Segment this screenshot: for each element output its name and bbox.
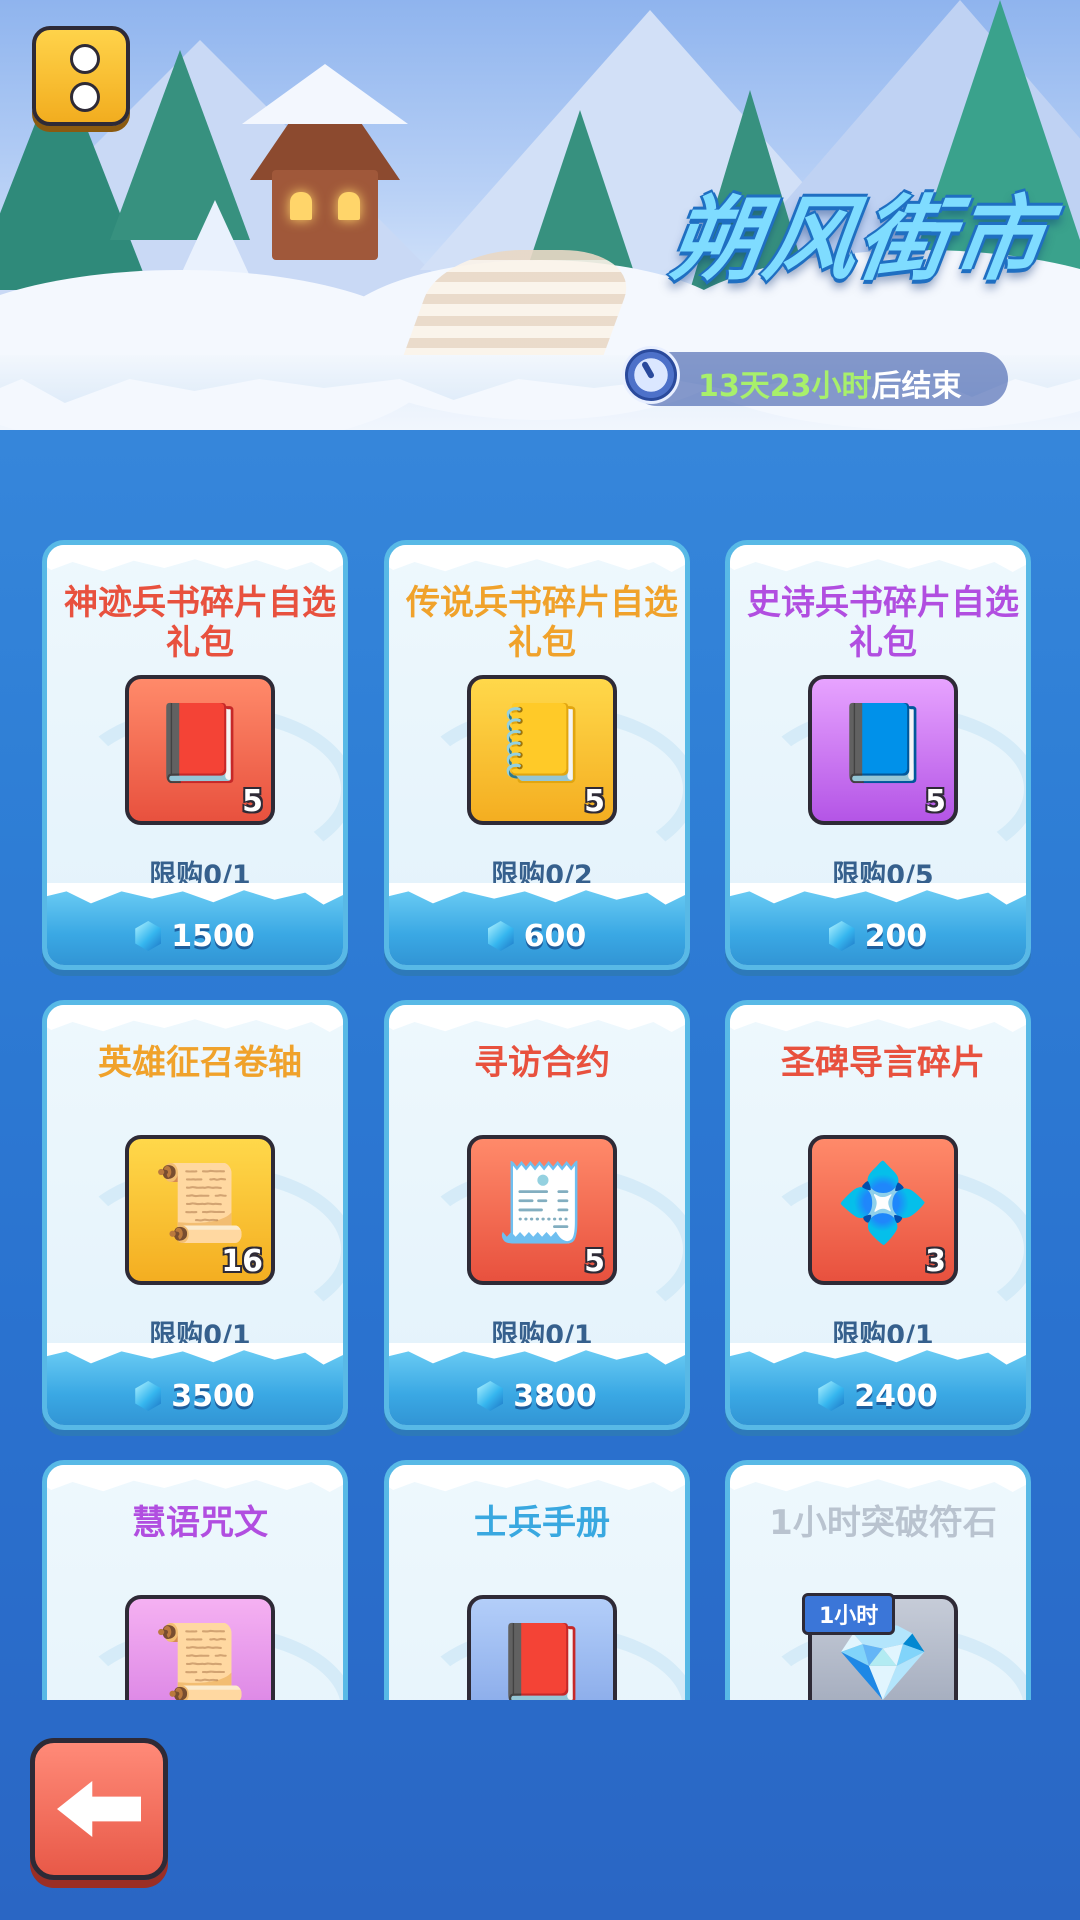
item-image: 📕 (494, 1618, 590, 1700)
gem-icon (135, 921, 162, 951)
back-button[interactable] (30, 1738, 168, 1880)
manual-book-icon[interactable]: 📕 (467, 1595, 617, 1700)
timer-suffix: 后结束 (871, 369, 962, 404)
item-grid[interactable]: 神迹兵书碎片自选礼包 📕 5 限购0/1 1500 传说兵书碎片自选礼包 📒 5 限购0/2 60… (0, 540, 1080, 1700)
menu-dot-icon (70, 82, 100, 112)
shop-item-card[interactable]: 1小时突破符石 1小时 💎 (725, 1460, 1031, 1700)
buy-button[interactable]: 3800 (389, 1345, 685, 1425)
card-frame: 传说兵书碎片自选礼包 📒 5 限购0/2 600 (384, 540, 690, 970)
item-image: 🧾 (494, 1158, 590, 1247)
item-count: 5 (242, 784, 263, 819)
scroll-icon[interactable]: 📜 16 (125, 1135, 275, 1285)
event-title: 朔风街市 (663, 186, 1055, 293)
gem-icon (487, 921, 514, 951)
item-name: 传说兵书碎片自选礼包 (406, 583, 678, 663)
timer-text: 13天23小时后结束 (698, 361, 962, 405)
clock-icon (622, 346, 680, 404)
item-image: 📒 (494, 698, 590, 787)
item-name: 圣碑导言碎片 (781, 1043, 985, 1083)
item-name: 英雄征召卷轴 (98, 1043, 302, 1083)
item-image: 📜 (152, 1158, 248, 1247)
shop-item-card[interactable]: 圣碑导言碎片 💠 3 限购0/1 2400 (725, 1000, 1031, 1430)
card-frame: 士兵手册 📕 (384, 1460, 690, 1700)
price-value: 3500 (171, 1379, 255, 1414)
price-label: 3500 (47, 1379, 343, 1414)
price-value: 600 (523, 919, 587, 954)
spell-scroll-icon[interactable]: 📜 (125, 1595, 275, 1700)
menu-dot-icon (70, 44, 100, 74)
item-count: 5 (584, 784, 605, 819)
duration-tag: 1小时 (802, 1593, 896, 1635)
item-count: 5 (584, 1244, 605, 1279)
item-image: 💠 (835, 1158, 931, 1247)
red-book-chest-icon[interactable]: 📕 5 (125, 675, 275, 825)
price-value: 1500 (171, 919, 255, 954)
shop-item-card[interactable]: 寻访合约 🧾 5 限购0/1 3800 (384, 1000, 690, 1430)
shop-item-card[interactable]: 神迹兵书碎片自选礼包 📕 5 限购0/1 1500 (42, 540, 348, 970)
shop-item-card[interactable]: 史诗兵书碎片自选礼包 📘 5 限购0/5 200 (725, 540, 1031, 970)
rune-fragment-icon[interactable]: 💠 3 (808, 1135, 958, 1285)
back-arrow-icon (57, 1781, 141, 1837)
shop-item-card[interactable]: 士兵手册 📕 (384, 1460, 690, 1700)
shop-item-card[interactable]: 慧语咒文 📜 (42, 1460, 348, 1700)
gold-book-chest-icon[interactable]: 📒 5 (467, 675, 617, 825)
item-count: 16 (221, 1244, 263, 1279)
snow-cabin (242, 64, 408, 260)
card-frame: 慧语咒文 📜 (42, 1460, 348, 1700)
price-value: 2400 (854, 1379, 938, 1414)
price-label: 2400 (730, 1379, 1026, 1414)
item-count: 5 (925, 784, 946, 819)
price-label: 3800 (389, 1379, 685, 1414)
item-count: 3 (925, 1244, 946, 1279)
crystal-icon[interactable]: 1小时 💎 (802, 1593, 958, 1700)
buy-button[interactable]: 600 (389, 885, 685, 965)
event-banner: 朔风街市 13天23小时后结束 (0, 0, 1080, 430)
gem-icon (135, 1381, 162, 1411)
item-name: 史诗兵书碎片自选礼包 (747, 583, 1019, 663)
card-frame: 史诗兵书碎片自选礼包 📘 5 限购0/5 200 (725, 540, 1031, 970)
timer-remaining: 13天23小时 (698, 369, 872, 404)
item-name: 1小时突破符石 (769, 1503, 997, 1543)
buy-button[interactable]: 3500 (47, 1345, 343, 1425)
price-label: 1500 (47, 919, 343, 954)
item-name: 寻访合约 (474, 1043, 610, 1083)
price-label: 200 (730, 919, 1026, 954)
buy-button[interactable]: 1500 (47, 885, 343, 965)
gem-icon (477, 1381, 504, 1411)
price-label: 600 (389, 919, 685, 954)
menu-button[interactable] (32, 26, 130, 126)
card-frame: 英雄征召卷轴 📜 16 限购0/1 3500 (42, 1000, 348, 1430)
event-timer: 13天23小时后结束 (622, 346, 1008, 406)
shop-item-card[interactable]: 传说兵书碎片自选礼包 📒 5 限购0/2 600 (384, 540, 690, 970)
card-frame: 寻访合约 🧾 5 限购0/1 3800 (384, 1000, 690, 1430)
price-value: 3800 (513, 1379, 597, 1414)
purple-book-chest-icon[interactable]: 📘 5 (808, 675, 958, 825)
card-frame: 1小时突破符石 1小时 💎 (725, 1460, 1031, 1700)
gem-icon (818, 1381, 845, 1411)
gem-icon (828, 921, 855, 951)
card-frame: 圣碑导言碎片 💠 3 限购0/1 2400 (725, 1000, 1031, 1430)
item-name: 神迹兵书碎片自选礼包 (64, 583, 336, 663)
item-name: 士兵手册 (474, 1503, 610, 1543)
item-name: 慧语咒文 (132, 1503, 268, 1543)
item-image: 📕 (152, 698, 248, 787)
buy-button[interactable]: 2400 (730, 1345, 1026, 1425)
contract-scroll-icon[interactable]: 🧾 5 (467, 1135, 617, 1285)
shop-item-card[interactable]: 英雄征召卷轴 📜 16 限购0/1 3500 (42, 1000, 348, 1430)
price-value: 200 (864, 919, 928, 954)
item-image: 📜 (152, 1618, 248, 1700)
item-image: 📘 (835, 698, 931, 787)
card-frame: 神迹兵书碎片自选礼包 📕 5 限购0/1 1500 (42, 540, 348, 970)
buy-button[interactable]: 200 (730, 885, 1026, 965)
